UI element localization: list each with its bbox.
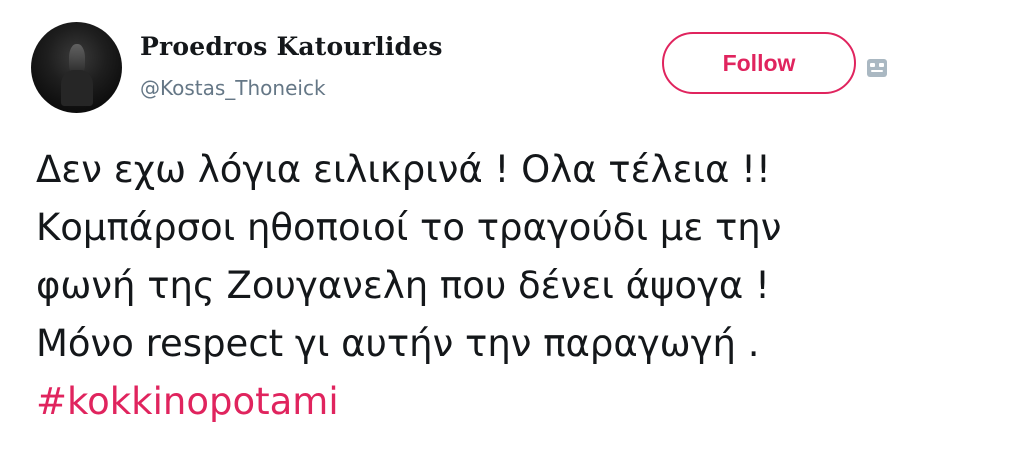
follow-button[interactable]: Follow <box>662 32 856 94</box>
tweet-line: Μόνο respect γι αυτήν την παραγωγή . <box>36 322 760 365</box>
hashtag-link[interactable]: #kokkinopotami <box>36 373 996 431</box>
embedded-tweet: Proedros Katourlides @Kostas_Thoneick Fo… <box>0 0 1024 464</box>
tweet-brand-icon[interactable] <box>866 57 888 79</box>
avatar[interactable] <box>31 22 122 113</box>
author-display-name[interactable]: Proedros Katourlides <box>140 32 443 61</box>
tweet-line: Δεν εχω λόγια ειλικρινά ! Ολα τέλεια !! <box>36 148 771 191</box>
author-handle[interactable]: @Kostas_Thoneick <box>140 76 326 100</box>
avatar-figure-body <box>61 70 93 106</box>
tweet-line: Κομπάρσοι ηθοποιοί το τραγούδι με την <box>36 206 782 249</box>
tweet-text: Δεν εχω λόγια ειλικρινά ! Ολα τέλεια !! … <box>36 141 996 431</box>
tweet-line: φωνή της Ζουγανελη που δένει άψογα ! <box>36 264 770 307</box>
